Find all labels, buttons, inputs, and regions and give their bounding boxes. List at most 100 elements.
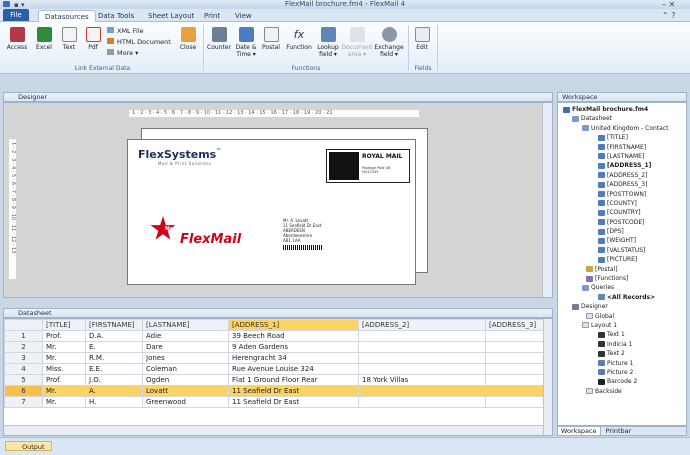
- date-time-button[interactable]: Date & Time ▾: [233, 27, 259, 58]
- tree-item[interactable]: Global: [558, 312, 686, 321]
- datasheet-grid[interactable]: [TITLE] [FIRSTNAME] [LASTNAME] [ADDRESS_…: [3, 318, 553, 436]
- table-row[interactable]: 5 Prof. J.O. Ogden Flat 1 Ground Floor Rear 1…: [4, 374, 545, 386]
- tree-item[interactable]: Barcode 2: [558, 377, 686, 386]
- help-icon[interactable]: ⌃ ?: [662, 11, 676, 20]
- tree-item[interactable]: Text 2: [558, 349, 686, 358]
- tree-item[interactable]: Queries: [558, 283, 686, 292]
- horizontal-ruler: · 1 · 2 · 3 · 4 · 5 · 6 · 7 · 8 · 9 · 10…: [129, 110, 419, 117]
- workspace-tree[interactable]: FlexMail brochure.fm4 Datasheet United K…: [557, 102, 687, 426]
- column-header-address-2[interactable]: [ADDRESS_2]: [358, 319, 486, 331]
- tree-item[interactable]: [ADDRESS_1]: [558, 161, 686, 170]
- royal-mail-indicia[interactable]: ROYAL MAIL Postage Paid GB HQ12345: [326, 149, 410, 183]
- workspace-bottom-tabs: Workspace Printbar: [557, 426, 687, 436]
- counter-icon: [211, 27, 227, 42]
- tree-item[interactable]: Text 1: [558, 330, 686, 339]
- tree-item[interactable]: Layout 1: [558, 321, 686, 330]
- tab-data-tools[interactable]: Data Tools: [92, 10, 140, 22]
- tab-view[interactable]: View: [229, 10, 258, 22]
- column-header-title[interactable]: [TITLE]: [42, 319, 86, 331]
- table-row[interactable]: 7 Mr. H. Greenwood 11 Seafield Dr East: [4, 396, 545, 408]
- tree-item[interactable]: [FIRSTNAME]: [558, 143, 686, 152]
- close-button[interactable]: Close: [176, 27, 200, 51]
- pdf-icon: [85, 27, 101, 42]
- tree-item[interactable]: <All Records>: [558, 293, 686, 302]
- exchange-field-button[interactable]: Exchange field ▾: [373, 27, 405, 58]
- output-tab[interactable]: Output: [5, 441, 52, 451]
- tree-item[interactable]: Picture 1: [558, 359, 686, 368]
- tab-print[interactable]: Print: [198, 10, 226, 22]
- counter-button[interactable]: Counter: [206, 27, 232, 51]
- column-header-address-3[interactable]: [ADDRESS_3]: [485, 319, 545, 331]
- tab-file[interactable]: File: [3, 9, 29, 21]
- tree-item[interactable]: FlexMail brochure.fm4: [558, 105, 686, 114]
- column-header-firstname[interactable]: [FIRSTNAME]: [85, 319, 143, 331]
- postal-button[interactable]: Postal: [259, 27, 283, 51]
- tree-item[interactable]: [COUNTRY]: [558, 208, 686, 217]
- text-button[interactable]: Text: [58, 27, 80, 51]
- postal-icon: [263, 27, 279, 42]
- designer-canvas[interactable]: · 1 · 2 · 3 · 4 · 5 · 6 · 7 · 8 · 9 · 10…: [3, 102, 553, 298]
- envelope-front[interactable]: FlexSystems™ Mail & Print Solutions ROYA…: [127, 139, 416, 285]
- access-button[interactable]: Access: [5, 27, 29, 51]
- excel-icon: [36, 27, 52, 42]
- tree-item[interactable]: Picture 2: [558, 368, 686, 377]
- function-button[interactable]: fx Function: [284, 27, 314, 51]
- tree-item[interactable]: [Functions]: [558, 274, 686, 283]
- row-number-header[interactable]: [4, 319, 43, 331]
- title-bar: ▪ ▾ FlexMail brochure.fm4 - FlexMail 4 –…: [0, 0, 690, 9]
- designer-panel-header: Designer: [3, 92, 553, 102]
- lookup-field-button[interactable]: Lookup field ▾: [314, 27, 342, 58]
- tab-datasources[interactable]: Datasources: [38, 10, 96, 22]
- table-row[interactable]: 2 Mr. E. Dare 9 Aden Gardens: [4, 341, 545, 353]
- tree-item[interactable]: [ADDRESS_3]: [558, 180, 686, 189]
- calendar-icon: [238, 27, 254, 42]
- tree-item[interactable]: [WEIGHT]: [558, 236, 686, 245]
- group-fields: Fields: [414, 65, 432, 72]
- tree-item[interactable]: [COUNTY]: [558, 199, 686, 208]
- group-functions: Functions: [291, 65, 321, 72]
- tree-item[interactable]: Designer: [558, 302, 686, 311]
- close-datasource-icon: [180, 27, 196, 42]
- column-header-lastname[interactable]: [LASTNAME]: [142, 319, 229, 331]
- tree-item[interactable]: [POSTCODE]: [558, 218, 686, 227]
- designer-vertical-scrollbar[interactable]: [542, 103, 552, 297]
- xml-file-button[interactable]: XML File: [107, 26, 171, 37]
- table-row-selected[interactable]: 6 Mr. A. Lovatt 11 Seafield Dr East: [4, 385, 545, 397]
- tree-item[interactable]: [Postal]: [558, 265, 686, 274]
- tree-item[interactable]: Indicia 1: [558, 340, 686, 349]
- tab-workspace[interactable]: Workspace: [558, 427, 601, 435]
- tree-item[interactable]: [PICTURE]: [558, 255, 686, 264]
- datasheet-horizontal-scrollbar[interactable]: [4, 425, 544, 435]
- tree-item[interactable]: [LASTNAME]: [558, 152, 686, 161]
- tree-item[interactable]: [ADDRESS_2]: [558, 171, 686, 180]
- document-area-button[interactable]: Document area ▾: [341, 27, 373, 58]
- tab-sheet-layout[interactable]: Sheet Layout: [142, 10, 200, 22]
- workspace-title: Workspace: [562, 93, 598, 101]
- datasheet-vertical-scrollbar[interactable]: [543, 319, 552, 435]
- pdf-button[interactable]: Pdf: [82, 27, 104, 51]
- window-title: FlexMail brochure.fm4 - FlexMail 4: [284, 0, 406, 8]
- html-document-button[interactable]: HTML Document: [107, 37, 171, 48]
- excel-button[interactable]: Excel: [32, 27, 56, 51]
- status-bar: Output: [0, 437, 690, 455]
- tree-item[interactable]: [POSTTOWN]: [558, 190, 686, 199]
- tree-item[interactable]: United Kingdom - Contact: [558, 124, 686, 133]
- table-row[interactable]: 3 Mr. R.M. Jones Herengracht 34: [4, 352, 545, 364]
- datasheet-tab[interactable]: Datasheet: [18, 309, 52, 317]
- tree-item[interactable]: [DPS]: [558, 227, 686, 236]
- more-button[interactable]: More ▾: [107, 48, 171, 59]
- designer-tab[interactable]: Designer: [18, 93, 47, 101]
- tree-item[interactable]: Backside: [558, 387, 686, 396]
- brand-subtitle: Mail & Print Solutions: [158, 161, 212, 166]
- tree-item[interactable]: [TITLE]: [558, 133, 686, 142]
- column-header-address-1[interactable]: [ADDRESS_1]: [228, 319, 359, 331]
- tree-item[interactable]: [VALSTATUS]: [558, 246, 686, 255]
- address-block[interactable]: Mr. A. Lovatt 11 Seafield Dr East ABERDE…: [283, 218, 323, 250]
- edit-field-button[interactable]: Edit: [411, 27, 433, 51]
- tree-item[interactable]: Datasheet: [558, 114, 686, 123]
- table-row[interactable]: 4 Miss. E.E. Coleman Rue Avenue Louise 324: [4, 363, 545, 375]
- window-controls[interactable]: – ✕: [662, 0, 675, 9]
- table-row[interactable]: 1 Prof. D.A. Adie 39 Beech Road: [4, 330, 545, 342]
- group-separator: [203, 25, 204, 71]
- tab-printbar[interactable]: Printbar: [603, 427, 635, 435]
